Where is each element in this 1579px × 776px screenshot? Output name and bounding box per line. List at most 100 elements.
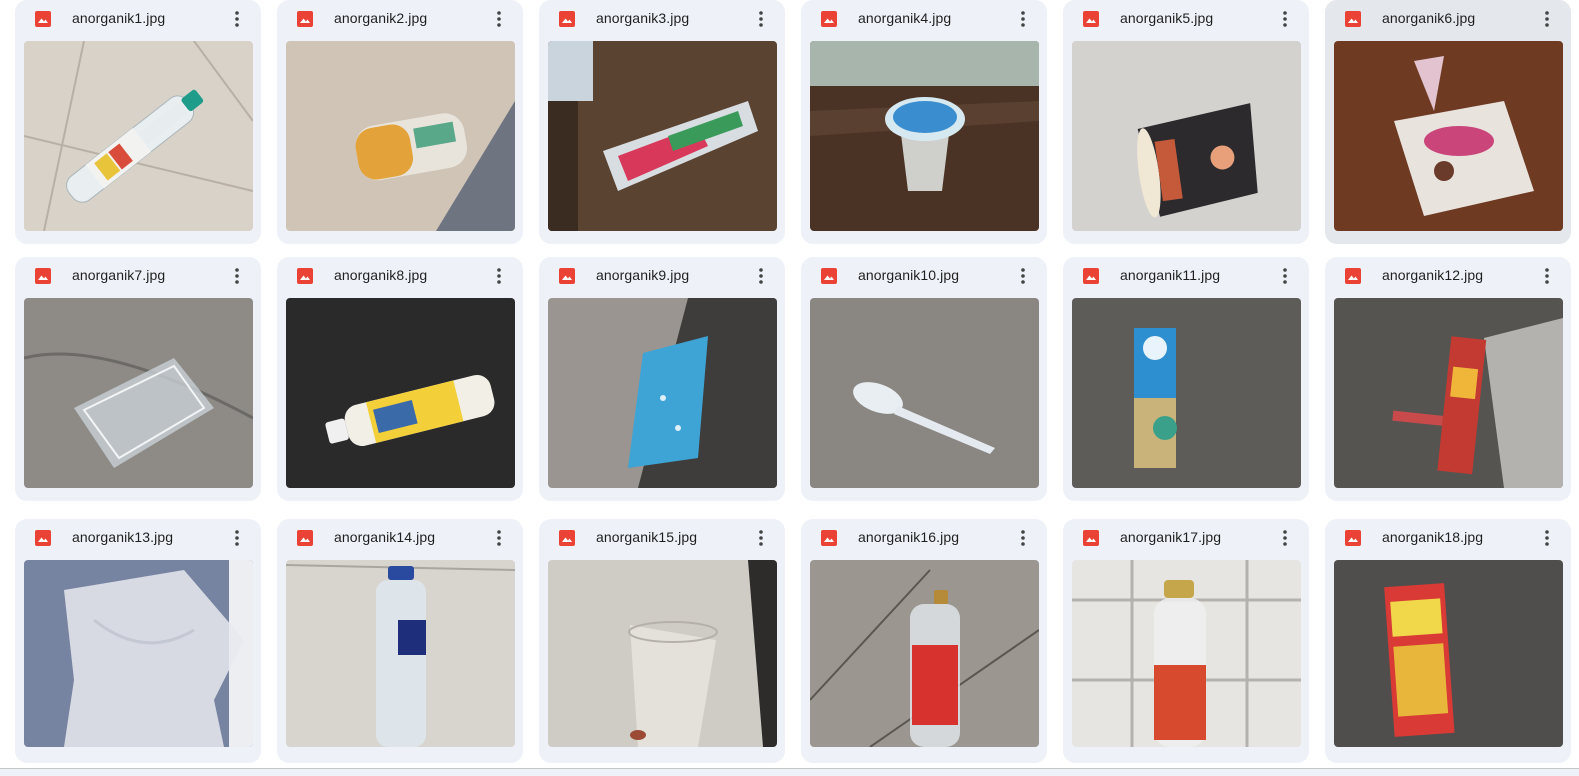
image-file-icon xyxy=(1345,11,1361,27)
file-card[interactable]: anorganik11.jpg xyxy=(1063,257,1309,501)
file-name: anorganik5.jpg xyxy=(1120,10,1214,26)
file-card-header: anorganik9.jpg xyxy=(539,257,785,297)
image-file-icon xyxy=(821,11,837,27)
image-file-icon xyxy=(297,11,313,27)
more-vert-icon[interactable] xyxy=(487,525,511,551)
file-card-header: anorganik12.jpg xyxy=(1325,257,1571,297)
file-card-header: anorganik15.jpg xyxy=(539,519,785,559)
file-card[interactable]: anorganik8.jpg xyxy=(277,257,523,501)
file-name: anorganik10.jpg xyxy=(858,267,960,283)
file-thumbnail[interactable] xyxy=(1334,560,1563,747)
image-file-icon xyxy=(559,268,575,284)
more-vert-icon[interactable] xyxy=(1273,263,1297,289)
file-card[interactable]: anorganik3.jpg xyxy=(539,0,785,244)
image-file-icon xyxy=(1083,11,1099,27)
file-card-header: anorganik2.jpg xyxy=(277,0,523,40)
file-name: anorganik8.jpg xyxy=(334,267,428,283)
file-card[interactable]: anorganik16.jpg xyxy=(801,519,1047,763)
image-file-icon xyxy=(1083,268,1099,284)
file-card[interactable]: anorganik5.jpg xyxy=(1063,0,1309,244)
file-name: anorganik6.jpg xyxy=(1382,10,1476,26)
image-file-icon xyxy=(559,11,575,27)
bottom-bar xyxy=(0,768,1579,776)
file-thumbnail[interactable] xyxy=(548,298,777,488)
image-file-icon xyxy=(35,530,51,546)
image-file-icon xyxy=(1345,530,1361,546)
more-vert-icon[interactable] xyxy=(1011,525,1035,551)
more-vert-icon[interactable] xyxy=(1535,6,1559,32)
image-file-icon xyxy=(297,268,313,284)
file-card[interactable]: anorganik4.jpg xyxy=(801,0,1047,244)
file-thumbnail[interactable] xyxy=(1334,298,1563,488)
file-thumbnail[interactable] xyxy=(286,560,515,747)
more-vert-icon[interactable] xyxy=(225,263,249,289)
file-card[interactable]: anorganik6.jpg xyxy=(1325,0,1571,244)
more-vert-icon[interactable] xyxy=(1011,6,1035,32)
file-card[interactable]: anorganik14.jpg xyxy=(277,519,523,763)
file-thumbnail[interactable] xyxy=(810,560,1039,747)
image-file-icon xyxy=(559,530,575,546)
file-thumbnail[interactable] xyxy=(548,560,777,747)
file-name: anorganik4.jpg xyxy=(858,10,952,26)
file-thumbnail[interactable] xyxy=(1072,560,1301,747)
more-vert-icon[interactable] xyxy=(1273,525,1297,551)
file-card-header: anorganik3.jpg xyxy=(539,0,785,40)
file-card-header: anorganik8.jpg xyxy=(277,257,523,297)
file-card[interactable]: anorganik7.jpg xyxy=(15,257,261,501)
file-card[interactable]: anorganik15.jpg xyxy=(539,519,785,763)
file-card[interactable]: anorganik18.jpg xyxy=(1325,519,1571,763)
file-card[interactable]: anorganik2.jpg xyxy=(277,0,523,244)
file-card-header: anorganik13.jpg xyxy=(15,519,261,559)
more-vert-icon[interactable] xyxy=(1011,263,1035,289)
file-name: anorganik11.jpg xyxy=(1120,267,1221,283)
file-thumbnail[interactable] xyxy=(1072,298,1301,488)
file-thumbnail[interactable] xyxy=(1334,41,1563,231)
file-card-header: anorganik17.jpg xyxy=(1063,519,1309,559)
more-vert-icon[interactable] xyxy=(1535,525,1559,551)
more-vert-icon[interactable] xyxy=(225,525,249,551)
file-thumbnail[interactable] xyxy=(24,41,253,231)
file-thumbnail[interactable] xyxy=(548,41,777,231)
file-thumbnail[interactable] xyxy=(24,298,253,488)
file-card-header: anorganik6.jpg xyxy=(1325,0,1571,40)
file-name: anorganik14.jpg xyxy=(334,529,436,545)
file-name: anorganik1.jpg xyxy=(72,10,166,26)
file-name: anorganik18.jpg xyxy=(1382,529,1484,545)
more-vert-icon[interactable] xyxy=(1273,6,1297,32)
file-card[interactable]: anorganik1.jpg xyxy=(15,0,261,244)
more-vert-icon[interactable] xyxy=(487,6,511,32)
more-vert-icon[interactable] xyxy=(749,263,773,289)
file-card-header: anorganik16.jpg xyxy=(801,519,1047,559)
file-thumbnail[interactable] xyxy=(286,41,515,231)
more-vert-icon[interactable] xyxy=(225,6,249,32)
file-name: anorganik9.jpg xyxy=(596,267,690,283)
file-thumbnail[interactable] xyxy=(24,560,253,747)
image-file-icon xyxy=(821,530,837,546)
file-thumbnail[interactable] xyxy=(810,41,1039,231)
file-name: anorganik2.jpg xyxy=(334,10,428,26)
file-name: anorganik17.jpg xyxy=(1120,529,1222,545)
file-card[interactable]: anorganik9.jpg xyxy=(539,257,785,501)
more-vert-icon[interactable] xyxy=(749,525,773,551)
file-card-header: anorganik14.jpg xyxy=(277,519,523,559)
more-vert-icon[interactable] xyxy=(1535,263,1559,289)
image-file-icon xyxy=(35,11,51,27)
file-card[interactable]: anorganik17.jpg xyxy=(1063,519,1309,763)
file-card[interactable]: anorganik13.jpg xyxy=(15,519,261,763)
file-card[interactable]: anorganik12.jpg xyxy=(1325,257,1571,501)
file-thumbnail[interactable] xyxy=(810,298,1039,488)
file-card-header: anorganik5.jpg xyxy=(1063,0,1309,40)
file-name: anorganik12.jpg xyxy=(1382,267,1484,283)
file-grid: anorganik1.jpg anorganik2.jpg anorganik3… xyxy=(0,0,1579,776)
file-card[interactable]: anorganik10.jpg xyxy=(801,257,1047,501)
file-name: anorganik3.jpg xyxy=(596,10,690,26)
image-file-icon xyxy=(821,268,837,284)
file-thumbnail[interactable] xyxy=(286,298,515,488)
file-thumbnail[interactable] xyxy=(1072,41,1301,231)
file-card-header: anorganik1.jpg xyxy=(15,0,261,40)
image-file-icon xyxy=(297,530,313,546)
file-card-header: anorganik10.jpg xyxy=(801,257,1047,297)
more-vert-icon[interactable] xyxy=(749,6,773,32)
image-file-icon xyxy=(1345,268,1361,284)
more-vert-icon[interactable] xyxy=(487,263,511,289)
